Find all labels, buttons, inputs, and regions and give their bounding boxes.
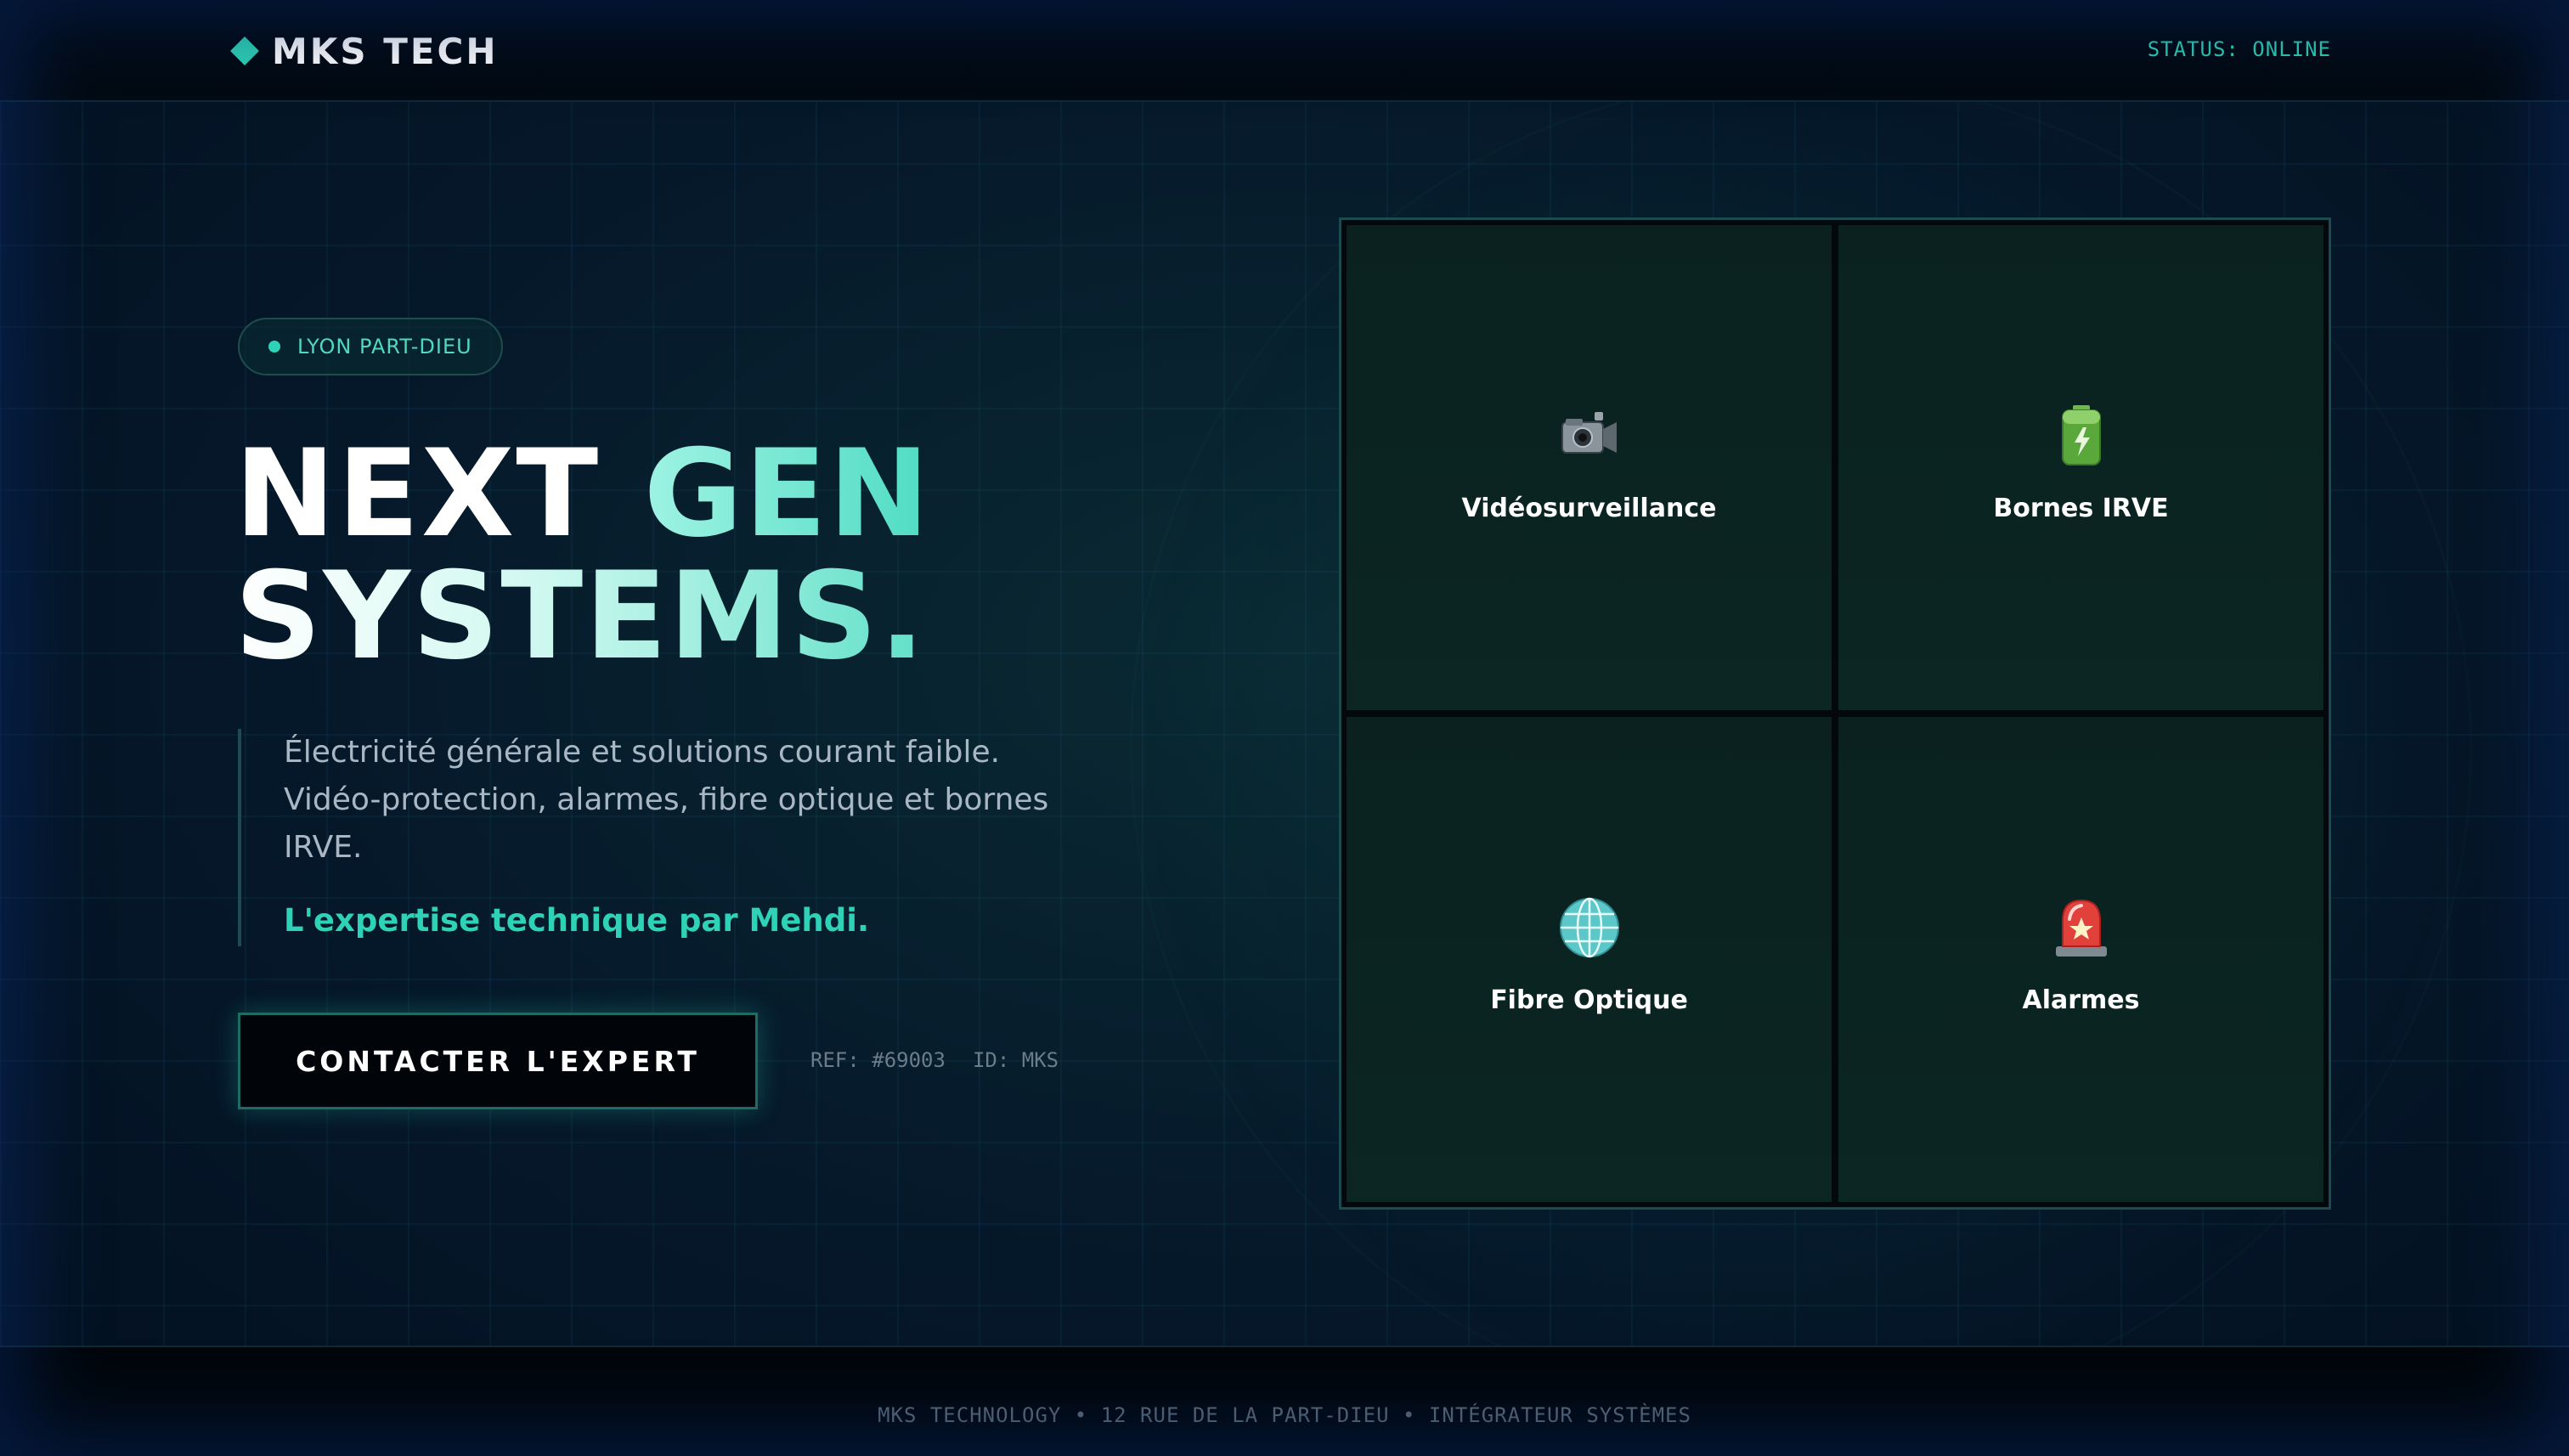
- reference-codes: REF: #69003 ID: MKS: [810, 1048, 1059, 1072]
- hero-title: NEXT GEN SYSTEMS.: [234, 433, 931, 678]
- siren-icon: [2049, 895, 2114, 960]
- location-badge: LYON PART-DIEU: [238, 318, 503, 375]
- service-label: Alarmes: [2022, 985, 2140, 1015]
- brand-logo[interactable]: MKS TECH: [230, 30, 499, 72]
- footer-address: MKS TECHNOLOGY • 12 RUE DE LA PART-DIEU …: [878, 1403, 1691, 1427]
- site-header: MKS TECH STATUS: ONLINE: [0, 0, 2569, 102]
- service-card-alarmes[interactable]: Alarmes: [1838, 717, 2323, 1202]
- service-label: Vidéosurveillance: [1461, 494, 1717, 523]
- service-card-videosurveillance[interactable]: Vidéosurveillance: [1347, 225, 1832, 710]
- service-label: Fibre Optique: [1490, 985, 1688, 1015]
- hero-description-block: Électricité générale et solutions couran…: [238, 729, 1096, 946]
- globe-network-icon: [1557, 895, 1622, 960]
- hero-title-next: NEXT: [234, 424, 644, 564]
- service-card-fibre-optique[interactable]: Fibre Optique: [1347, 717, 1832, 1202]
- video-camera-icon: [1557, 404, 1622, 468]
- status-dot-icon: [268, 341, 280, 353]
- id-code: ID: MKS: [972, 1048, 1059, 1072]
- location-label: LYON PART-DIEU: [297, 335, 472, 358]
- hero-title-line2: SYSTEMS.: [234, 556, 931, 678]
- brand-name: MKS TECH: [272, 30, 499, 72]
- diamond-icon: [230, 37, 259, 65]
- contact-expert-button[interactable]: CONTACTER L'EXPERT: [238, 1013, 758, 1109]
- site-footer: [0, 1346, 2569, 1456]
- hero-title-line1: NEXT GEN: [234, 433, 931, 556]
- services-grid: Vidéosurveillance Bornes IRVE Fibre Opti…: [1339, 217, 2331, 1210]
- service-card-bornes-irve[interactable]: Bornes IRVE: [1838, 225, 2323, 710]
- ev-battery-icon: [2049, 404, 2114, 468]
- hero-description: Électricité générale et solutions couran…: [284, 735, 1049, 865]
- status-indicator: STATUS: ONLINE: [2147, 37, 2331, 61]
- expert-tagline: L'expertise technique par Mehdi.: [284, 902, 869, 939]
- service-label: Bornes IRVE: [1993, 494, 2169, 523]
- ref-code: REF: #69003: [810, 1048, 946, 1072]
- hero-title-gen: GEN: [643, 424, 932, 564]
